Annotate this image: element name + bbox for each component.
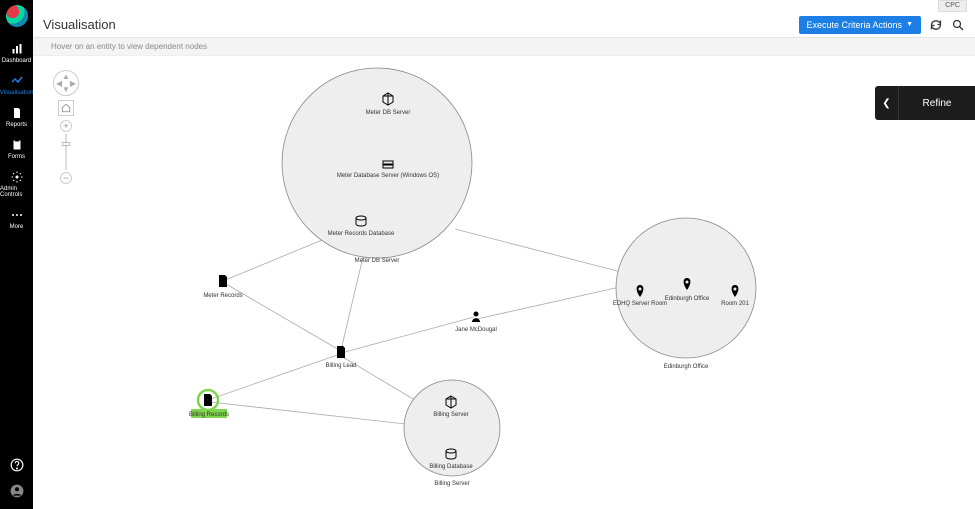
forms-icon (10, 138, 24, 152)
zoom-handle[interactable] (62, 142, 70, 146)
node-jane[interactable]: Jane McDougal (455, 312, 497, 334)
zoom-track[interactable] (65, 134, 67, 170)
sidebar-item-label: Visualisation (0, 90, 33, 96)
pan-up-icon: ▲ (62, 72, 70, 81)
dashboard-icon (10, 42, 24, 56)
sidebar-item-forms[interactable]: Forms (0, 133, 33, 165)
node-billing-records[interactable]: Billing Records (189, 390, 229, 418)
hint-bar: Hover on an entity to view dependent nod… (33, 38, 975, 56)
pan-control[interactable]: ▲ ▼ ◀ ▶ (53, 70, 79, 96)
refine-label: Refine (899, 98, 975, 109)
node-meter-records[interactable]: Meter Records (203, 275, 242, 299)
sidebar-item-admin[interactable]: Admin Controls (0, 165, 33, 203)
node-label: Billing Lead (325, 363, 356, 369)
zoom-out-button[interactable]: − (60, 172, 72, 184)
top-tag-bar: CPC (33, 0, 975, 12)
hint-text: Hover on an entity to view dependent nod… (51, 42, 207, 51)
refresh-icon[interactable] (929, 18, 943, 32)
sidebar-item-label: More (10, 224, 24, 230)
context-tag[interactable]: CPC (938, 0, 967, 12)
refine-collapse-button[interactable]: ❮ (875, 86, 899, 120)
pan-down-icon: ▼ (62, 85, 70, 94)
sidebar-item-label: Forms (8, 154, 25, 160)
home-button[interactable] (58, 100, 74, 116)
caret-down-icon: ▼ (906, 21, 913, 28)
reports-icon (10, 106, 24, 120)
pan-right-icon: ▶ (70, 79, 76, 88)
page-title: Visualisation (43, 17, 116, 32)
graph-canvas[interactable]: Meter DB Server Meter DB Server Meter Da… (33, 56, 975, 509)
sidebar: Dashboard Visualisation Reports Forms Ad… (0, 0, 33, 509)
node-label: Meter DB Server (366, 110, 411, 116)
cluster-edinburgh[interactable]: Edinburgh Office EDHQ Server Room Edinbu… (613, 218, 756, 370)
node-label: Billing Server (433, 412, 468, 418)
sidebar-item-label: Dashboard (2, 58, 31, 64)
node-label: Billing Records (189, 412, 229, 418)
more-icon (10, 208, 24, 222)
cluster-meter-db[interactable]: Meter DB Server Meter DB Server Meter Da… (282, 68, 472, 264)
node-label: EDHQ Server Room (613, 301, 667, 307)
map-controls: ▲ ▼ ◀ ▶ + − (53, 70, 79, 184)
node-label: Billing Database (429, 464, 473, 470)
cluster-label: Edinburgh Office (664, 364, 709, 370)
header: Visualisation Execute Criteria Actions ▼ (33, 12, 975, 38)
sidebar-item-more[interactable]: More (0, 203, 33, 235)
user-avatar-icon[interactable] (9, 483, 25, 499)
node-label: Meter Database Server (Windows OS) (337, 173, 439, 179)
help-icon[interactable] (9, 457, 25, 473)
node-label: Meter Records Database (328, 231, 395, 237)
sidebar-item-label: Reports (6, 122, 27, 128)
zoom-slider: + − (62, 120, 70, 184)
node-label: Room 201 (721, 301, 749, 307)
sidebar-item-visualisation[interactable]: Visualisation (0, 69, 33, 101)
node-label: Jane McDougal (455, 327, 497, 333)
cluster-label: Meter DB Server (355, 258, 400, 264)
node-label: Meter Records (203, 293, 242, 299)
cluster-billing-server[interactable]: Billing Server Billing Server Billing Da… (404, 380, 500, 487)
main-area: CPC Visualisation Execute Criteria Actio… (33, 0, 975, 509)
app-logo[interactable] (6, 5, 28, 27)
pan-left-icon: ◀ (56, 79, 62, 88)
sidebar-item-dashboard[interactable]: Dashboard (0, 37, 33, 69)
sidebar-item-label: Admin Controls (0, 186, 33, 198)
search-icon[interactable] (951, 18, 965, 32)
canvas-area[interactable]: ▲ ▼ ◀ ▶ + − ❮ Refine (33, 56, 975, 509)
cluster-label: Billing Server (434, 481, 469, 487)
zoom-in-button[interactable]: + (60, 120, 72, 132)
execute-criteria-button[interactable]: Execute Criteria Actions ▼ (799, 16, 921, 34)
refine-panel: ❮ Refine (875, 86, 975, 120)
node-label: Edinburgh Office (665, 296, 710, 302)
execute-criteria-label: Execute Criteria Actions (807, 20, 903, 30)
sidebar-item-reports[interactable]: Reports (0, 101, 33, 133)
visualisation-icon (10, 74, 24, 88)
gear-icon (10, 170, 24, 184)
